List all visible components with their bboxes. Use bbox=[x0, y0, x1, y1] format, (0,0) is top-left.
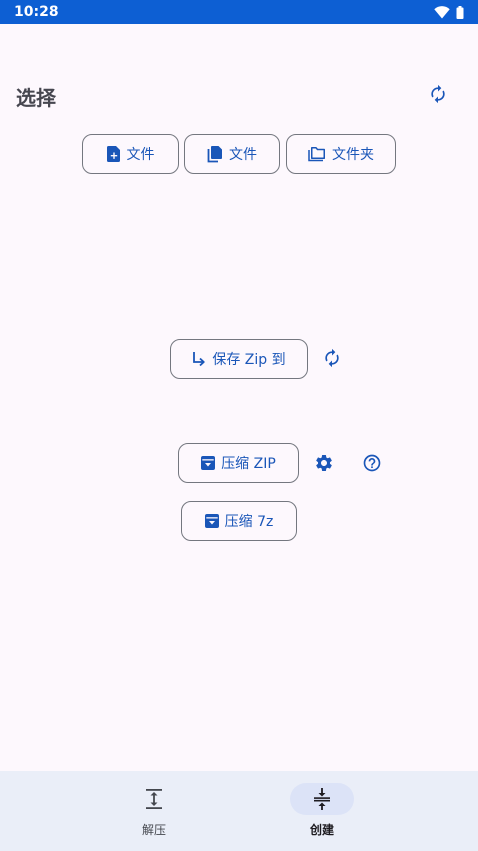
refresh-icon bbox=[325, 348, 339, 368]
nav-item-create[interactable]: 创建 bbox=[262, 771, 382, 851]
help-button[interactable] bbox=[358, 449, 386, 477]
select-multiple-files-label: 文件 bbox=[229, 147, 257, 163]
select-file-button[interactable]: 文件 bbox=[82, 134, 179, 174]
page-title: 选择 bbox=[16, 86, 56, 110]
compress-7z-label: 压缩 7z bbox=[224, 514, 274, 530]
refresh-button[interactable] bbox=[424, 80, 452, 108]
file-add-icon bbox=[106, 146, 120, 162]
battery-icon bbox=[456, 5, 464, 19]
save-zip-to-button[interactable]: 保存 Zip 到 bbox=[170, 339, 308, 379]
wifi-icon bbox=[434, 5, 450, 18]
select-folder-label: 文件夹 bbox=[332, 147, 374, 163]
zip-settings-button[interactable] bbox=[310, 449, 338, 477]
nav-label-extract: 解压 bbox=[141, 823, 166, 837]
refresh-icon bbox=[431, 84, 445, 104]
select-multiple-files-button[interactable]: 文件 bbox=[184, 134, 280, 174]
save-zip-to-label: 保存 Zip 到 bbox=[212, 352, 286, 368]
help-circle-icon bbox=[363, 454, 381, 472]
archive-icon bbox=[204, 514, 219, 528]
expand-vertical-icon bbox=[146, 789, 162, 809]
bottom-navigation: 解压 创建 bbox=[0, 771, 478, 851]
compress-zip-button[interactable]: 压缩 ZIP bbox=[178, 443, 299, 483]
files-copy-icon bbox=[207, 145, 222, 162]
compress-7z-button[interactable]: 压缩 7z bbox=[181, 501, 297, 541]
compress-zip-label: 压缩 ZIP bbox=[221, 456, 276, 472]
select-file-label: 文件 bbox=[126, 147, 155, 163]
nav-item-extract[interactable]: 解压 bbox=[94, 771, 214, 851]
nav-active-indicator bbox=[290, 783, 354, 815]
folder-icon bbox=[308, 146, 325, 161]
nav-label-create: 创建 bbox=[309, 823, 334, 837]
status-bar: 10:28 bbox=[0, 0, 478, 24]
archive-icon bbox=[201, 456, 216, 470]
arrow-subdirectory-icon bbox=[193, 351, 206, 366]
reset-save-location-button[interactable] bbox=[318, 344, 346, 372]
gear-icon bbox=[316, 455, 332, 471]
nav-icon-container bbox=[122, 783, 186, 815]
status-icons bbox=[434, 5, 464, 19]
compress-vertical-icon bbox=[314, 788, 330, 810]
status-time: 10:28 bbox=[14, 4, 59, 20]
select-folder-button[interactable]: 文件夹 bbox=[286, 134, 396, 174]
